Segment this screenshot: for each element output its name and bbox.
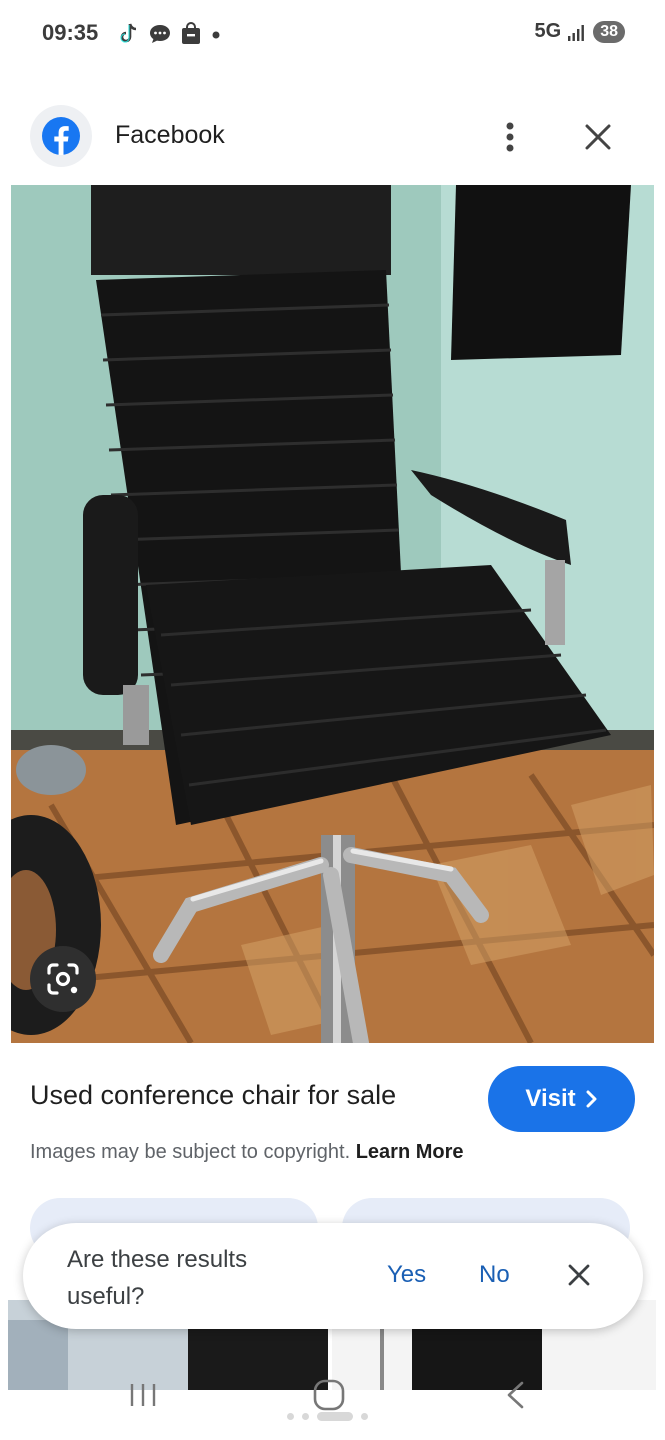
source-site-name[interactable]: Facebook: [115, 121, 225, 150]
image-viewer-header: Facebook: [0, 95, 665, 180]
result-title: Used conference chair for sale: [30, 1080, 397, 1110]
survey-question: Are these results useful?: [67, 1246, 248, 1310]
copyright-text: Images may be subject to copyright.: [30, 1141, 351, 1163]
back-button[interactable]: [502, 1380, 530, 1415]
battery-indicator: 38: [593, 20, 625, 43]
tiktok-icon: [120, 23, 137, 43]
learn-more-link[interactable]: Learn More: [356, 1141, 464, 1163]
page-dot: [361, 1413, 368, 1420]
facebook-logo-icon: [42, 117, 80, 155]
shopping-bag-icon: [182, 22, 200, 44]
home-icon: [313, 1379, 345, 1411]
more-options-button[interactable]: [490, 115, 530, 159]
page-dot-active: [317, 1412, 353, 1421]
dot-icon: [212, 31, 220, 39]
status-right: 5G 38: [535, 20, 625, 43]
source-logo[interactable]: [30, 105, 92, 167]
close-icon: [585, 124, 611, 150]
google-lens-button[interactable]: [30, 946, 96, 1012]
page-dot: [287, 1413, 294, 1420]
survey-no-button[interactable]: No: [479, 1261, 510, 1289]
survey-yes-button[interactable]: Yes: [387, 1261, 426, 1289]
visit-button-label: Visit: [525, 1085, 576, 1112]
close-viewer-button[interactable]: [578, 115, 618, 159]
chat-bubble-icon: [150, 25, 170, 43]
status-bar: 09:35 5G 38: [0, 0, 665, 70]
back-icon: [507, 1381, 524, 1409]
more-vert-icon: [506, 122, 514, 152]
survey-dismiss-button[interactable]: [563, 1259, 595, 1291]
network-label: 5G: [534, 20, 562, 42]
page-indicator: [287, 1412, 368, 1421]
copyright-notice: Images may be subject to copyright. Lear…: [30, 1141, 464, 1164]
page-dot: [302, 1413, 309, 1420]
recents-icon: [130, 1384, 156, 1406]
signal-icon: [568, 24, 585, 41]
result-image[interactable]: [11, 185, 654, 1043]
recents-button[interactable]: [128, 1380, 158, 1415]
visit-button[interactable]: Visit: [488, 1066, 635, 1132]
chair-photo: [11, 185, 654, 1043]
notification-icons: [118, 22, 222, 46]
google-lens-icon: [47, 963, 79, 995]
status-time: 09:35: [42, 20, 99, 45]
close-icon: [568, 1264, 590, 1286]
chevron-right-icon: [586, 1090, 597, 1108]
feedback-survey-card: Are these results useful? Yes No: [23, 1223, 643, 1329]
